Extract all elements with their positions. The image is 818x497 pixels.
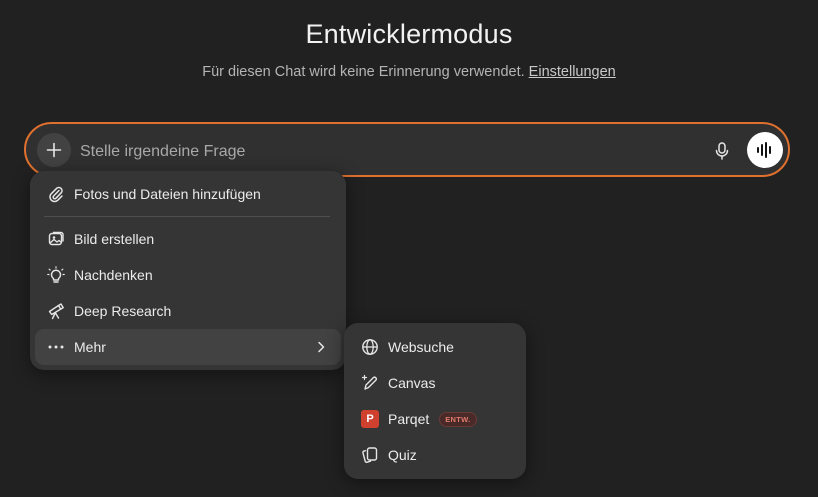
globe-icon	[360, 337, 380, 357]
menu-item-label: Fotos und Dateien hinzufügen	[74, 186, 261, 202]
submenu-item-label: Canvas	[388, 375, 436, 391]
parqet-logo: P	[360, 409, 380, 429]
menu-divider	[44, 216, 330, 217]
menu-item-label: Mehr	[74, 339, 106, 355]
menu-item-label: Deep Research	[74, 303, 172, 319]
submenu-item-label: Websuche	[388, 339, 454, 355]
submenu-item-label: Quiz	[388, 447, 417, 463]
microphone-icon	[715, 142, 729, 160]
voice-waveform-icon	[757, 142, 771, 158]
menu-item-create-image[interactable]: Bild erstellen	[36, 221, 340, 257]
plus-icon	[46, 142, 62, 158]
menu-item-think[interactable]: Nachdenken	[36, 257, 340, 293]
menu-item-add-files[interactable]: Fotos und Dateien hinzufügen	[36, 176, 340, 212]
menu-item-label: Nachdenken	[74, 267, 153, 283]
add-attachment-button[interactable]	[37, 133, 71, 167]
submenu-item-parqet[interactable]: P Parqet ENTW.	[350, 401, 520, 437]
dev-mode-badge: ENTW.	[439, 411, 477, 427]
cards-icon	[360, 445, 380, 465]
pen-sparkle-icon	[360, 373, 380, 393]
submenu-item-canvas[interactable]: Canvas	[350, 365, 520, 401]
attachment-menu: Fotos und Dateien hinzufügen Bild erstel…	[30, 171, 346, 370]
paperclip-icon	[46, 184, 66, 204]
submenu-item-quiz[interactable]: Quiz	[350, 437, 520, 473]
more-icon	[46, 337, 66, 357]
chevron-right-icon	[318, 341, 325, 353]
more-submenu: Websuche Canvas P Parqet ENTW. Quiz	[344, 323, 526, 479]
dictate-button[interactable]	[708, 137, 736, 165]
submenu-item-label: Parqet	[388, 411, 430, 427]
voice-mode-button[interactable]	[747, 132, 783, 168]
lightbulb-icon	[46, 265, 66, 285]
chat-input[interactable]	[78, 139, 642, 165]
memory-notice-text: Für diesen Chat wird keine Erinnerung ve…	[202, 64, 525, 80]
menu-item-label: Bild erstellen	[74, 231, 155, 247]
page-title: Entwicklermodus	[305, 19, 513, 49]
telescope-icon	[46, 301, 66, 321]
settings-link[interactable]: Einstellungen	[529, 64, 616, 80]
menu-item-more[interactable]: Mehr	[35, 329, 341, 365]
menu-item-deep-research[interactable]: Deep Research	[36, 293, 340, 329]
memory-notice: Für diesen Chat wird keine Erinnerung ve…	[0, 64, 818, 80]
submenu-item-web-search[interactable]: Websuche	[350, 329, 520, 365]
image-icon	[46, 229, 66, 249]
chat-composer	[24, 122, 790, 177]
